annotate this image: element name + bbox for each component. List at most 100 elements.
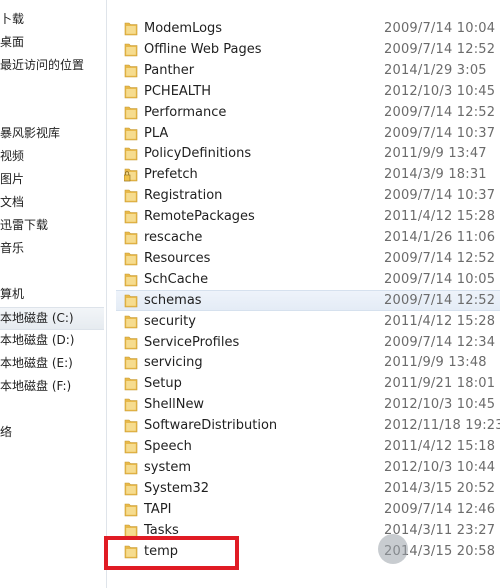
file-name: System32 — [144, 481, 210, 496]
nav-item-baofeng-library[interactable]: 暴风影视库 — [0, 123, 104, 144]
folder-icon — [124, 146, 138, 161]
nav-item-recent-places[interactable]: 最近访问的位置 — [0, 55, 104, 76]
folder-icon — [124, 293, 138, 308]
file-row[interactable]: RemotePackages 2011/4/12 15:28 — [116, 206, 500, 227]
file-name: schemas — [144, 293, 202, 308]
folder-icon — [124, 314, 138, 329]
file-name: SchCache — [144, 272, 209, 287]
file-date-modified: 2009/7/14 12:46 — [384, 502, 496, 517]
file-name: servicing — [144, 355, 203, 370]
explorer-window: 卜载 桌面 最近访问的位置 暴风影视库 视频 图片 文档 迅雷下载 音乐 算机 … — [0, 0, 500, 588]
nav-item-pictures[interactable]: 图片 — [0, 169, 104, 190]
folder-icon — [124, 63, 138, 78]
file-date-modified: 2014/3/9 18:31 — [384, 167, 487, 182]
file-row[interactable]: System32 2014/3/15 20:52 — [116, 478, 500, 499]
file-date-modified: 2012/11/18 19:23 — [384, 418, 500, 433]
file-name: RemotePackages — [144, 209, 255, 224]
file-date-modified: 2011/9/21 18:01 — [384, 376, 496, 391]
file-name: Panther — [144, 63, 195, 78]
file-row[interactable]: Resources 2009/7/14 12:52 — [116, 248, 500, 269]
pane-divider[interactable] — [106, 0, 107, 588]
file-name: ShellNew — [144, 397, 205, 412]
nav-item-drive-f[interactable]: 本地磁盘 (F:) — [0, 376, 104, 397]
file-date-modified: 2012/10/3 10:45 — [384, 84, 496, 99]
file-name: PLA — [144, 126, 169, 141]
file-row[interactable]: Registration 2009/7/14 10:37 — [116, 185, 500, 206]
folder-icon — [124, 126, 138, 141]
nav-item-downloads[interactable]: 卜载 — [0, 9, 104, 30]
file-name: Prefetch — [144, 167, 198, 182]
file-row[interactable]: system 2012/10/3 10:44 — [116, 457, 500, 478]
file-date-modified: 2014/1/26 11:06 — [384, 230, 496, 245]
folder-icon — [124, 502, 138, 517]
file-row[interactable]: Prefetch 2014/3/9 18:31 — [116, 164, 500, 185]
nav-item-computer[interactable]: 算机 — [0, 284, 104, 305]
file-row[interactable]: Offline Web Pages 2009/7/14 12:52 — [116, 39, 500, 60]
file-date-modified: 2009/7/14 12:34 — [384, 335, 496, 350]
folder-icon — [124, 460, 138, 475]
file-date-modified: 2009/7/14 12:52 — [384, 42, 496, 57]
file-row[interactable]: PLA 2009/7/14 10:37 — [116, 123, 500, 144]
watermark — [378, 530, 494, 578]
nav-item-network[interactable]: 络 — [0, 422, 104, 443]
file-row[interactable]: ShellNew 2012/10/3 10:45 — [116, 394, 500, 415]
file-name: ModemLogs — [144, 21, 223, 36]
file-name: PolicyDefinitions — [144, 146, 252, 161]
highlight-box — [104, 536, 239, 570]
folder-icon — [124, 42, 138, 57]
file-date-modified: 2009/7/14 12:52 — [384, 105, 496, 120]
file-name: Offline Web Pages — [144, 42, 262, 57]
navigation-pane: 卜载 桌面 最近访问的位置 暴风影视库 视频 图片 文档 迅雷下载 音乐 算机 … — [0, 0, 106, 588]
file-date-modified: 2009/7/14 10:04 — [384, 21, 496, 36]
file-name: Setup — [144, 376, 182, 391]
file-date-modified: 2011/4/12 15:28 — [384, 209, 496, 224]
file-row[interactable]: PolicyDefinitions 2011/9/9 13:47 — [116, 143, 500, 164]
file-row[interactable]: ServiceProfiles 2009/7/14 12:34 — [116, 332, 500, 353]
file-date-modified: 2009/7/14 12:52 — [384, 293, 496, 308]
file-row[interactable]: schemas 2009/7/14 12:52 — [116, 290, 500, 311]
locked-folder-icon — [124, 167, 138, 182]
file-row[interactable]: PCHEALTH 2012/10/3 10:45 — [116, 81, 500, 102]
file-date-modified: 2011/9/9 13:48 — [384, 355, 487, 370]
file-row[interactable]: servicing 2011/9/9 13:48 — [116, 352, 500, 373]
file-date-modified: 2014/1/29 3:05 — [384, 63, 487, 78]
file-row[interactable]: SchCache 2009/7/14 10:05 — [116, 269, 500, 290]
file-row[interactable]: Panther 2014/1/29 3:05 — [116, 60, 500, 81]
nav-item-thunder-downloads[interactable]: 迅雷下载 — [0, 215, 104, 236]
nav-item-music[interactable]: 音乐 — [0, 238, 104, 259]
file-name: security — [144, 314, 196, 329]
folder-icon — [124, 376, 138, 391]
file-row[interactable]: SoftwareDistribution 2012/11/18 19:23 — [116, 415, 500, 436]
file-row[interactable]: security 2011/4/12 15:28 — [116, 311, 500, 332]
nav-item-desktop[interactable]: 桌面 — [0, 32, 104, 53]
file-row[interactable]: rescache 2014/1/26 11:06 — [116, 227, 500, 248]
folder-icon — [124, 335, 138, 350]
file-name: Registration — [144, 188, 223, 203]
folder-icon — [124, 397, 138, 412]
nav-item-drive-d[interactable]: 本地磁盘 (D:) — [0, 330, 104, 351]
nav-item-drive-e[interactable]: 本地磁盘 (E:) — [0, 353, 104, 374]
folder-icon — [124, 188, 138, 203]
folder-icon — [124, 418, 138, 433]
file-date-modified: 2009/7/14 12:52 — [384, 251, 496, 266]
nav-item-documents[interactable]: 文档 — [0, 192, 104, 213]
file-row[interactable]: TAPI 2009/7/14 12:46 — [116, 499, 500, 520]
file-date-modified: 2009/7/14 10:05 — [384, 272, 496, 287]
folder-icon — [124, 439, 138, 454]
nav-item-videos[interactable]: 视频 — [0, 146, 104, 167]
file-name: TAPI — [144, 502, 172, 517]
file-date-modified: 2012/10/3 10:44 — [384, 460, 496, 475]
file-date-modified: 2011/4/12 15:18 — [384, 439, 496, 454]
file-name: Performance — [144, 105, 227, 120]
file-row[interactable]: Setup 2011/9/21 18:01 — [116, 373, 500, 394]
folder-icon — [124, 251, 138, 266]
file-row[interactable]: ModemLogs 2009/7/14 10:04 — [116, 18, 500, 39]
file-name: system — [144, 460, 191, 475]
file-row[interactable]: Performance 2009/7/14 12:52 — [116, 102, 500, 123]
file-date-modified: 2012/10/3 10:45 — [384, 397, 496, 412]
nav-item-drive-c[interactable]: 本地磁盘 (C:) — [0, 307, 104, 330]
file-row[interactable]: Speech 2011/4/12 15:18 — [116, 436, 500, 457]
file-name: Speech — [144, 439, 192, 454]
file-date-modified: 2009/7/14 10:37 — [384, 188, 496, 203]
file-date-modified: 2011/4/12 15:28 — [384, 314, 496, 329]
